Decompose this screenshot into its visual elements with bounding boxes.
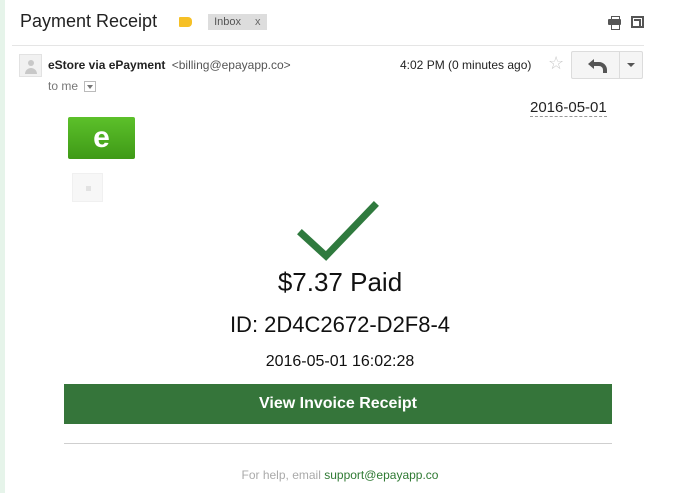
- store-logo: e: [68, 117, 135, 159]
- subject-bar: Payment Receipt Inbox x: [20, 11, 267, 32]
- sender-email: <billing@epayapp.co>: [171, 58, 291, 72]
- help-line: For help, email support@epayapp.co: [0, 468, 680, 482]
- image-placeholder: [72, 173, 103, 202]
- support-email-link[interactable]: support@epayapp.co: [324, 468, 438, 482]
- more-actions-button[interactable]: [620, 52, 642, 78]
- reply-button[interactable]: [572, 52, 620, 78]
- inbox-label-text: Inbox: [214, 15, 241, 28]
- new-window-icon[interactable]: [631, 16, 644, 28]
- label-tag-icon[interactable]: [179, 16, 193, 27]
- inbox-label-chip[interactable]: Inbox x: [208, 13, 267, 30]
- header-divider: [12, 45, 644, 46]
- caret-down-icon: [627, 63, 635, 67]
- help-prefix: For help, email: [241, 468, 321, 482]
- email-subject: Payment Receipt: [20, 11, 158, 31]
- recipient-text: to me: [48, 79, 79, 93]
- avatar-icon: [19, 54, 42, 77]
- remove-label-button[interactable]: x: [255, 16, 261, 28]
- checkmark-icon: [297, 201, 379, 261]
- recipient-details-dropdown[interactable]: [84, 80, 97, 92]
- footer-divider: [64, 443, 612, 444]
- email-timestamp: 4:02 PM (0 minutes ago): [400, 58, 532, 72]
- transaction-id: ID: 2D4C2672-D2F8-4: [229, 312, 451, 337]
- recipient-line: to me: [48, 79, 97, 93]
- reply-button-group: [571, 51, 643, 79]
- sender-name[interactable]: eStore via ePayment: [48, 58, 165, 72]
- top-actions: [608, 16, 644, 30]
- left-accent-strip: [0, 0, 5, 493]
- star-icon[interactable]: ☆: [548, 54, 564, 72]
- paid-amount: $7.37 Paid: [277, 267, 403, 297]
- view-invoice-receipt-button[interactable]: View Invoice Receipt: [64, 384, 612, 424]
- reply-icon: [587, 59, 607, 73]
- print-icon[interactable]: [608, 16, 621, 30]
- paid-datetime: 2016-05-01 16:02:28: [265, 353, 415, 370]
- sender-line: eStore via ePayment <billing@epayapp.co>: [48, 58, 291, 72]
- receipt-date: 2016-05-01: [530, 99, 607, 117]
